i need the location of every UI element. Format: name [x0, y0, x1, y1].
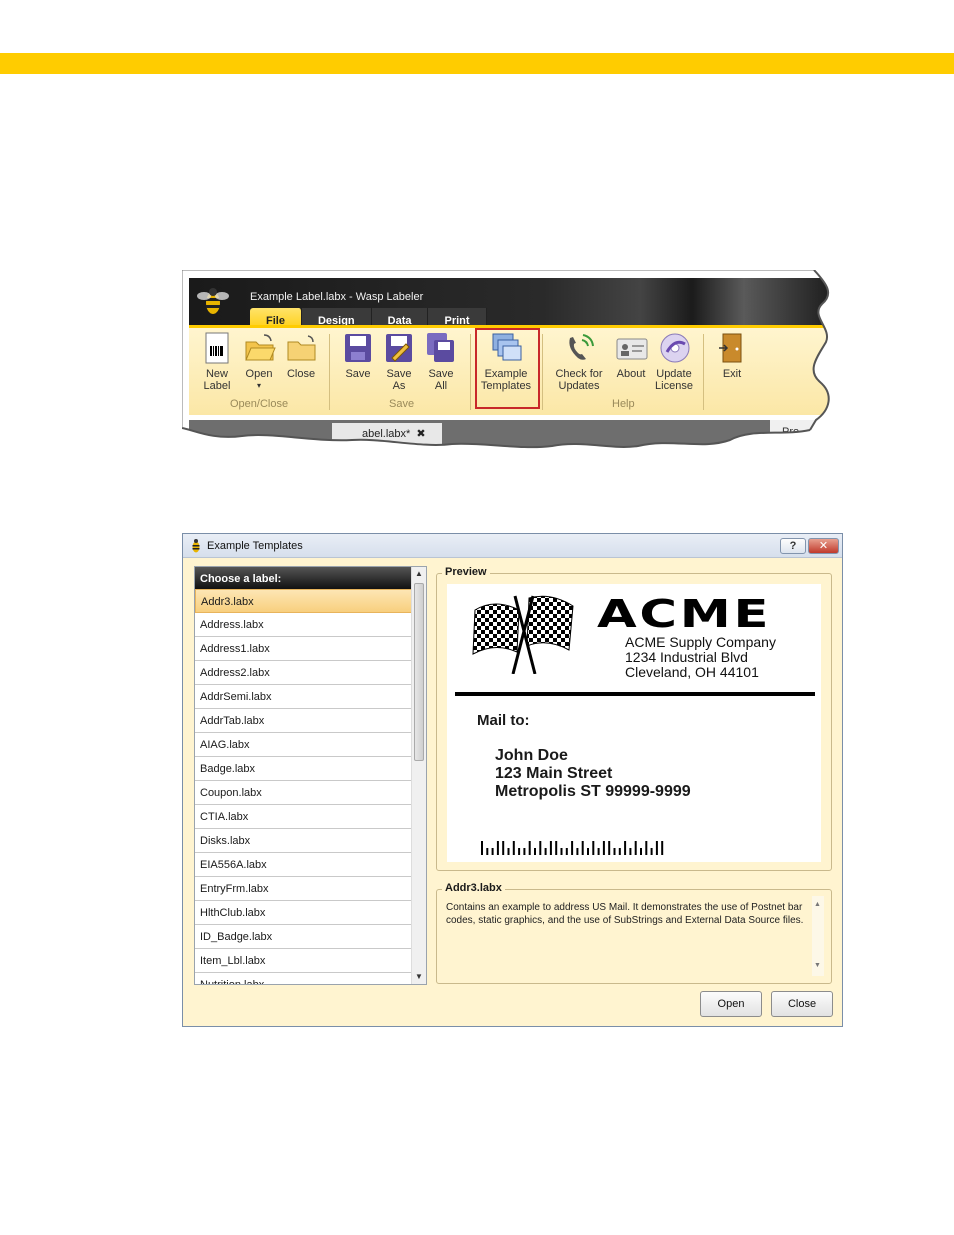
mail-to-label: Mail to:: [477, 712, 530, 729]
list-item[interactable]: Address2.labx: [195, 661, 412, 685]
list-item[interactable]: EIA556A.labx: [195, 853, 412, 877]
list-item[interactable]: AddrSemi.labx: [195, 685, 412, 709]
barcode-bar: [645, 841, 648, 855]
list-scrollbar[interactable]: ▲ ▼: [411, 567, 426, 984]
list-item[interactable]: CTIA.labx: [195, 805, 412, 829]
list-header: Choose a label:: [195, 567, 412, 589]
barcode-bar: [528, 841, 531, 855]
list-item[interactable]: ID_Badge.labx: [195, 925, 412, 949]
barcode-bar: [618, 848, 621, 855]
description-legend: Addr3.labx: [442, 882, 505, 894]
barcode-bar: [613, 848, 616, 855]
barcode-bar: [634, 841, 637, 855]
list-item[interactable]: Disks.labx: [195, 829, 412, 853]
barcode-bar: [518, 848, 521, 855]
help-button[interactable]: ?: [780, 538, 806, 554]
open-button[interactable]: Open: [700, 991, 762, 1017]
barcode-bar: [571, 841, 574, 855]
scroll-thumb[interactable]: [414, 583, 424, 761]
barcode-bar: [486, 848, 489, 855]
label-preview: ACME ACME Supply Company 1234 Industrial…: [447, 584, 821, 862]
barcode-bar: [481, 841, 483, 855]
barcode-bar: [624, 841, 627, 855]
dialog-title: Example Templates: [207, 540, 303, 552]
header-accent-bar: [0, 53, 954, 74]
list-item[interactable]: EntryFrm.labx: [195, 877, 412, 901]
wasp-app-icon: [192, 539, 200, 553]
company-city: Cleveland, OH 44101: [625, 664, 759, 680]
dialog-title-bar: Example Templates ? ✕: [183, 534, 842, 558]
list-item[interactable]: Addr3.labx: [195, 589, 412, 613]
barcode-bar: [629, 848, 632, 855]
description-text: Contains an example to address US Mail. …: [446, 902, 804, 926]
scroll-down-icon[interactable]: ▼: [814, 962, 821, 969]
list-item[interactable]: AddrTab.labx: [195, 709, 412, 733]
barcode-bar: [661, 841, 664, 855]
dialog-close-x-button[interactable]: ✕: [808, 538, 839, 554]
preview-group: Preview ACME ACME Supply Company 1234 In…: [436, 566, 832, 871]
barcode-bar: [560, 848, 563, 855]
barcode-bar: [587, 848, 589, 855]
barcode-bar: [491, 848, 494, 855]
torn-edge-overlay: [182, 270, 834, 450]
company-street: 1234 Industrial Blvd: [625, 649, 748, 665]
preview-legend: Preview: [442, 566, 490, 578]
postnet-barcode: [481, 841, 664, 855]
description-scrollbar[interactable]: ▲ ▼: [812, 896, 824, 976]
recipient-address: 123 Main Street: [495, 765, 613, 782]
list-item[interactable]: Nutrition.labx: [195, 973, 412, 984]
list-item[interactable]: Badge.labx: [195, 757, 412, 781]
barcode-bar: [544, 848, 547, 855]
barcode-bar: [581, 841, 584, 855]
list-item[interactable]: Item_Lbl.labx: [195, 949, 412, 973]
barcode-bar: [650, 848, 653, 855]
scroll-up-icon[interactable]: ▲: [415, 569, 423, 578]
barcode-bar: [592, 841, 595, 855]
barcode-bar: [555, 841, 558, 855]
scroll-up-icon[interactable]: ▲: [814, 901, 821, 908]
barcode-bar: [549, 841, 552, 855]
barcode-bar: [507, 848, 510, 855]
example-templates-dialog: Example Templates ? ✕ Choose a label: Ad…: [182, 533, 843, 1027]
description-group: Addr3.labx Contains an example to addres…: [436, 882, 832, 984]
template-list: Choose a label: Addr3.labx Address.labx …: [194, 566, 427, 985]
barcode-bar: [502, 841, 505, 855]
company-name: ACME Supply Company: [625, 634, 776, 650]
barcode-bar: [602, 841, 605, 855]
barcode-bar: [597, 848, 600, 855]
ribbon-screenshot: Example Label.labx - Wasp Labeler File D…: [182, 270, 834, 450]
barcode-bar: [512, 841, 515, 855]
barcode-bar: [640, 848, 642, 855]
barcode-bar: [539, 841, 542, 855]
barcode-bar: [608, 841, 611, 855]
recipient-city: Metropolis ST 99999-9999: [495, 783, 691, 800]
list-items: Addr3.labx Address.labx Address1.labx Ad…: [195, 589, 412, 984]
scroll-down-icon[interactable]: ▼: [415, 972, 423, 981]
list-item[interactable]: HlthClub.labx: [195, 901, 412, 925]
recipient-name: John Doe: [495, 747, 568, 764]
divider-line: [455, 692, 815, 696]
checkered-flags-icon: [472, 595, 574, 674]
barcode-bar: [565, 848, 568, 855]
barcode-bar: [496, 841, 499, 855]
list-item[interactable]: Address.labx: [195, 613, 412, 637]
barcode-bar: [576, 848, 579, 855]
barcode-bar: [655, 841, 658, 855]
list-item[interactable]: AIAG.labx: [195, 733, 412, 757]
barcode-bar: [534, 848, 536, 855]
acme-logo: ACME: [597, 592, 772, 636]
list-item[interactable]: Address1.labx: [195, 637, 412, 661]
list-item[interactable]: Coupon.labx: [195, 781, 412, 805]
close-button[interactable]: Close: [771, 991, 833, 1017]
barcode-bar: [523, 848, 526, 855]
